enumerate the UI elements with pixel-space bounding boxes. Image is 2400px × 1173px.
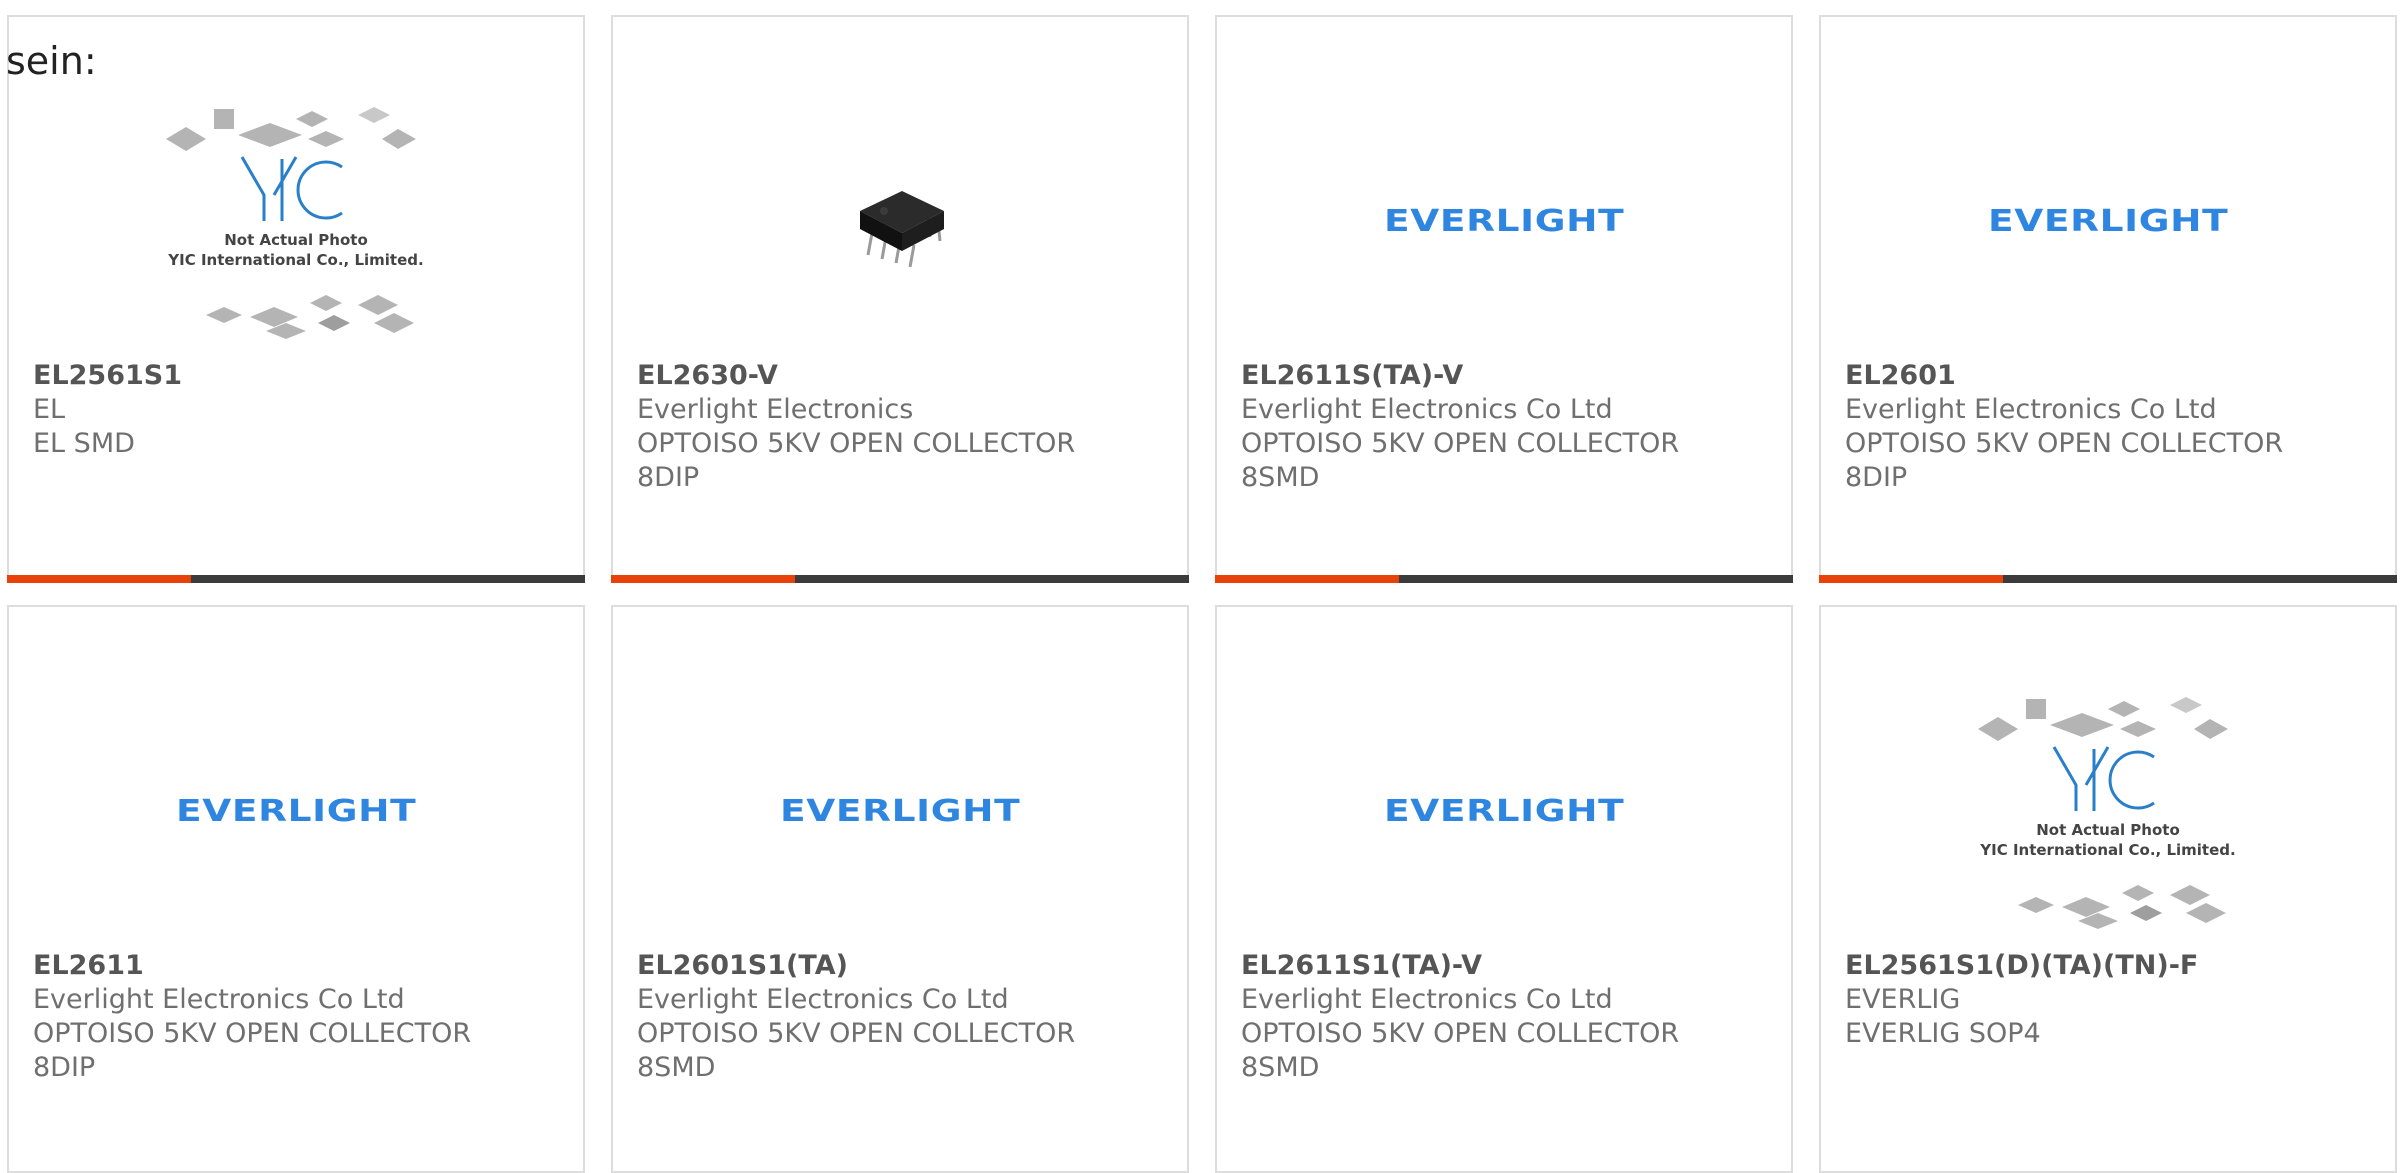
product-info: EL2611 Everlight Electronics Co Ltd OPTO…	[33, 949, 565, 1085]
description: OPTOISO 5KV OPEN COLLECTOR	[33, 1018, 472, 1049]
package: 8SMD	[1241, 1052, 1320, 1083]
description: OPTOISO 5KV OPEN COLLECTOR	[1241, 428, 1680, 459]
manufacturer: EVERLIG	[1845, 984, 1961, 1015]
manufacturer: Everlight Electronics	[637, 394, 914, 425]
package: 8DIP	[1845, 462, 1908, 493]
product-card[interactable]: EVERLIGHT EL2611S(TA)-V Everlight Electr…	[1215, 15, 1793, 583]
product-image[interactable]: EVERLIGHT	[1217, 95, 1791, 347]
card-footer-bar	[1819, 575, 2397, 583]
part-number[interactable]: EL2601S1(TA)	[637, 949, 1169, 983]
card-accent	[611, 575, 795, 583]
card-accent	[1819, 575, 2003, 583]
product-image[interactable]: Not Actual Photo YIC International Co., …	[9, 95, 583, 347]
card-accent	[7, 575, 191, 583]
product-image[interactable]: EVERLIGHT	[613, 685, 1187, 937]
intro-text: sein:	[6, 39, 97, 83]
yic-placeholder-image: Not Actual Photo YIC International Co., …	[166, 107, 424, 339]
product-image[interactable]: EVERLIGHT	[9, 685, 583, 937]
everlight-logo: EVERLIGHT	[779, 793, 1021, 829]
manufacturer: EL	[33, 394, 66, 425]
part-number[interactable]: EL2611S1(TA)-V	[1241, 949, 1773, 983]
card-accent	[1215, 575, 1399, 583]
product-info: EL2561S1(D)(TA)(TN)-F EVERLIG EVERLIG SO…	[1845, 949, 2377, 1051]
part-number[interactable]: EL2561S1(D)(TA)(TN)-F	[1845, 949, 2377, 983]
product-info: EL2561S1 EL EL SMD	[33, 359, 565, 461]
placeholder-caption-1: Not Actual Photo	[224, 231, 368, 249]
package: 8SMD	[1241, 462, 1320, 493]
product-info: EL2611S(TA)-V Everlight Electronics Co L…	[1241, 359, 1773, 495]
placeholder-caption-1: Not Actual Photo	[2036, 821, 2180, 839]
product-image[interactable]: EVERLIGHT	[1821, 95, 2395, 347]
product-card[interactable]: EVERLIGHT EL2611S1(TA)-V Everlight Elect…	[1215, 605, 1793, 1173]
yic-placeholder-image: Not Actual Photo YIC International Co., …	[1978, 697, 2236, 929]
description: OPTOISO 5KV OPEN COLLECTOR	[1845, 428, 2284, 459]
product-card[interactable]: EVERLIGHT EL2601 Everlight Electronics C…	[1819, 15, 2397, 583]
product-info: EL2611S1(TA)-V Everlight Electronics Co …	[1241, 949, 1773, 1085]
everlight-logo: EVERLIGHT	[1987, 203, 2229, 239]
part-number[interactable]: EL2611S(TA)-V	[1241, 359, 1773, 393]
product-image[interactable]: Not Actual Photo YIC International Co., …	[1821, 685, 2395, 937]
description: OPTOISO 5KV OPEN COLLECTOR	[637, 428, 1076, 459]
product-card[interactable]: Not Actual Photo YIC International Co., …	[1819, 605, 2397, 1173]
product-info: EL2630-V Everlight Electronics OPTOISO 5…	[637, 359, 1169, 495]
card-footer-bar	[611, 575, 1189, 583]
everlight-logo: EVERLIGHT	[175, 793, 417, 829]
package: 8DIP	[33, 1052, 96, 1083]
product-image[interactable]	[613, 95, 1187, 347]
everlight-logo: EVERLIGHT	[1383, 793, 1625, 829]
package: 8SMD	[637, 1052, 716, 1083]
product-image[interactable]: EVERLIGHT	[1217, 685, 1791, 937]
everlight-logo: EVERLIGHT	[1383, 203, 1625, 239]
product-card[interactable]: EVERLIGHT EL2611 Everlight Electronics C…	[7, 605, 585, 1173]
description: EL SMD	[33, 428, 135, 459]
product-card[interactable]: EL2630-V Everlight Electronics OPTOISO 5…	[611, 15, 1189, 583]
manufacturer: Everlight Electronics Co Ltd	[33, 984, 405, 1015]
part-number[interactable]: EL2630-V	[637, 359, 1169, 393]
product-grid: Not Actual Photo YIC International Co., …	[7, 15, 2400, 1173]
manufacturer: Everlight Electronics Co Ltd	[1241, 394, 1613, 425]
part-number[interactable]: EL2561S1	[33, 359, 565, 393]
product-info: EL2601 Everlight Electronics Co Ltd OPTO…	[1845, 359, 2377, 495]
card-footer-bar	[1215, 575, 1793, 583]
part-number[interactable]: EL2611	[33, 949, 565, 983]
card-footer-bar	[7, 575, 585, 583]
product-info: EL2601S1(TA) Everlight Electronics Co Lt…	[637, 949, 1169, 1085]
package: 8DIP	[637, 462, 700, 493]
part-number[interactable]: EL2601	[1845, 359, 2377, 393]
description: EVERLIG SOP4	[1845, 1018, 2041, 1049]
manufacturer: Everlight Electronics Co Ltd	[1241, 984, 1613, 1015]
placeholder-caption-2: YIC International Co., Limited.	[1979, 841, 2235, 859]
description: OPTOISO 5KV OPEN COLLECTOR	[637, 1018, 1076, 1049]
manufacturer: Everlight Electronics Co Ltd	[1845, 394, 2217, 425]
placeholder-caption-2: YIC International Co., Limited.	[167, 251, 423, 269]
product-card[interactable]: EVERLIGHT EL2601S1(TA) Everlight Electro…	[611, 605, 1189, 1173]
dip8-chip-icon	[860, 191, 944, 268]
manufacturer: Everlight Electronics Co Ltd	[637, 984, 1009, 1015]
product-card[interactable]: Not Actual Photo YIC International Co., …	[7, 15, 585, 583]
description: OPTOISO 5KV OPEN COLLECTOR	[1241, 1018, 1680, 1049]
